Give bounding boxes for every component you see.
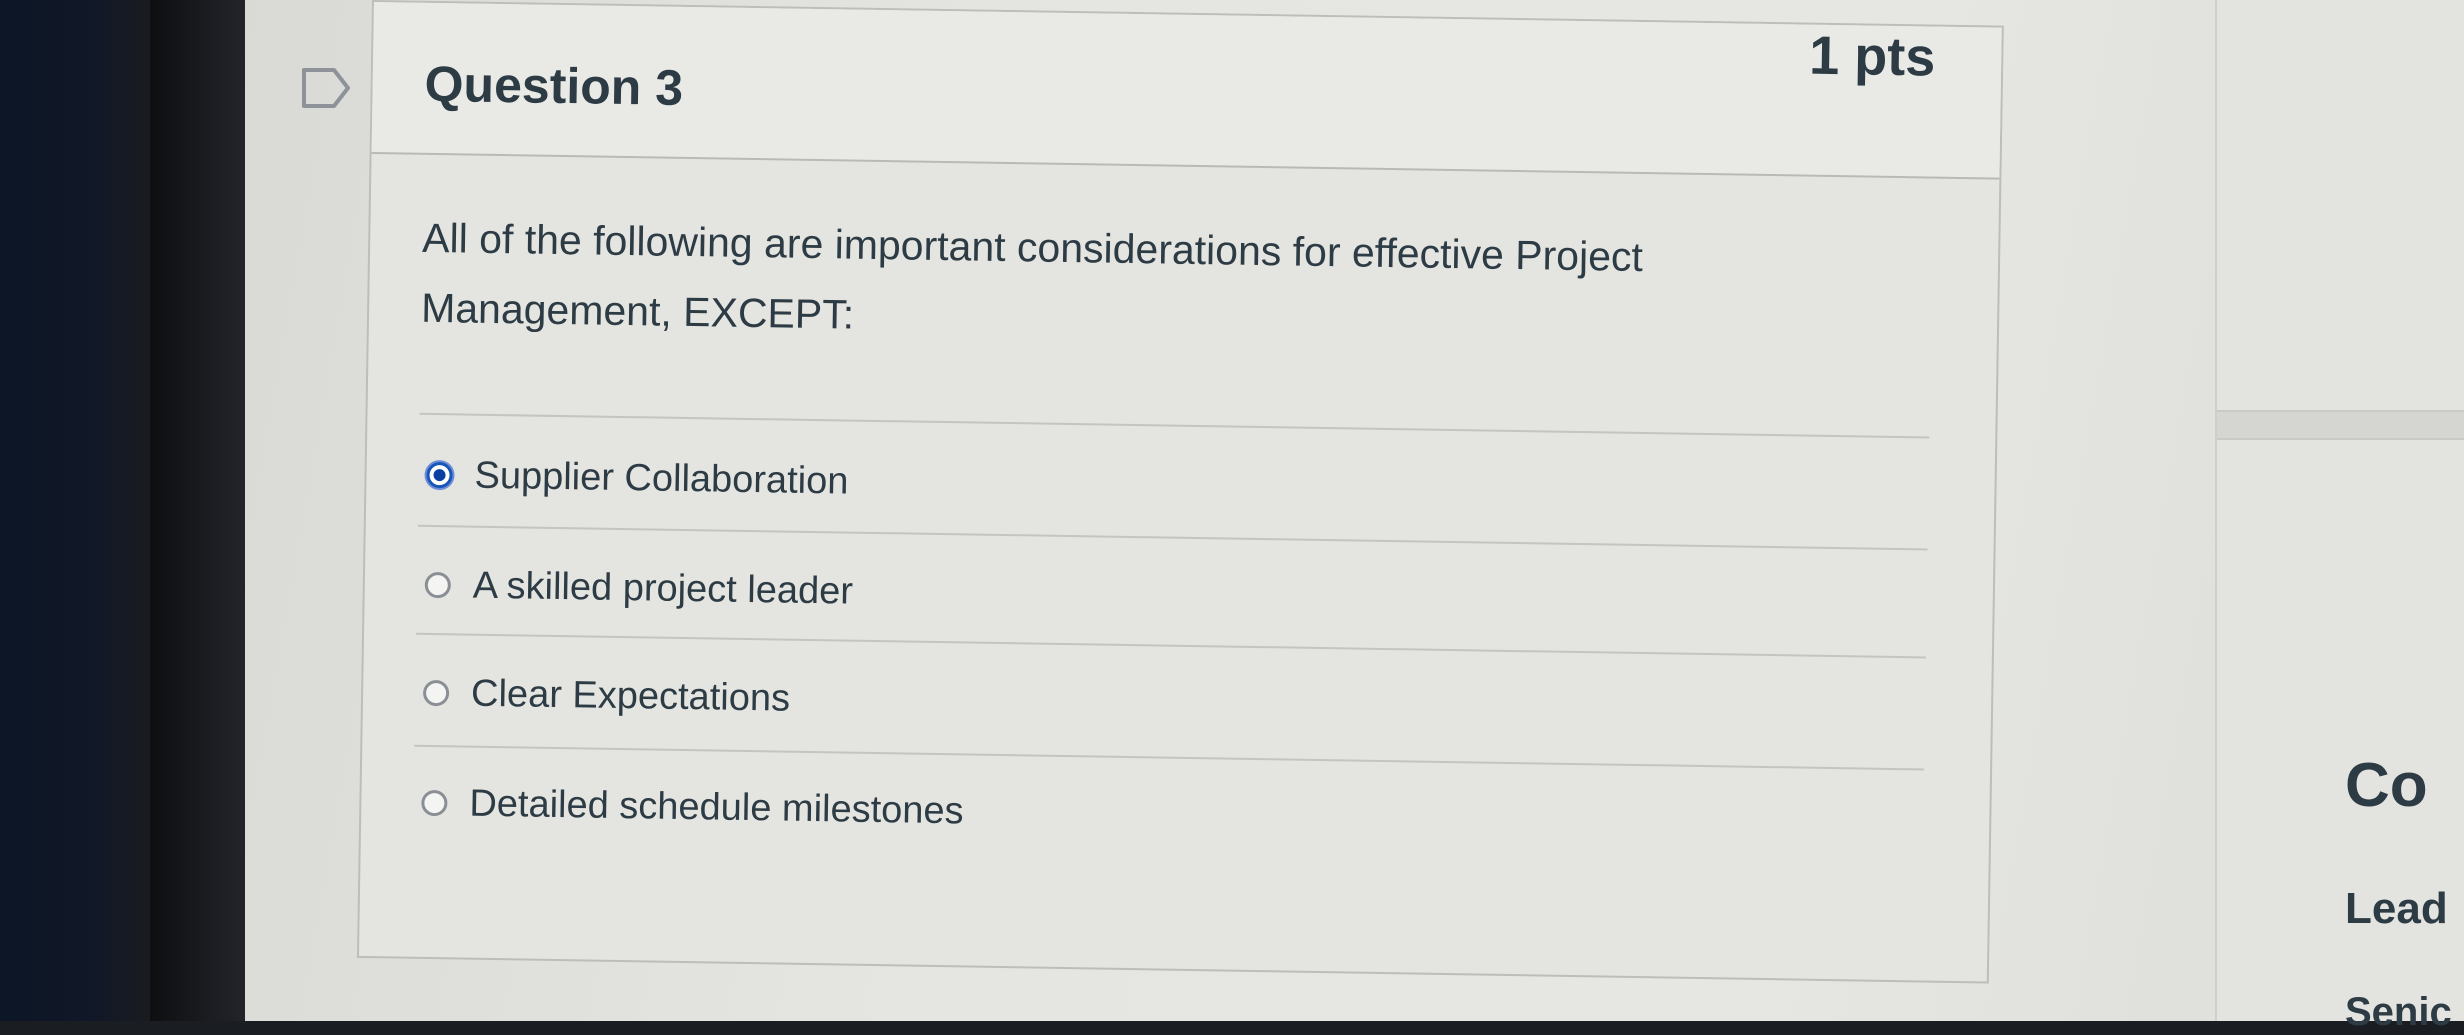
question-header: Question 3 1 pts: [371, 2, 2002, 180]
question-points: 1 pts: [1808, 25, 1936, 88]
right-side-panel: [2215, 0, 2464, 1021]
question-card: Question 3 1 pts All of the following ar…: [356, 0, 2004, 984]
answer-divider: [414, 744, 1925, 771]
side-panel-divider: [2217, 438, 2464, 440]
answer-option-2[interactable]: A skilled project leader: [424, 555, 853, 622]
answer-label: A skilled project leader: [472, 564, 854, 613]
monitor-bezel-edge: [150, 0, 245, 1021]
answer-option-4[interactable]: Detailed schedule milestones: [421, 773, 964, 842]
answer-option-1[interactable]: Supplier Collaboration: [426, 445, 849, 512]
side-panel-subheading-2: Senic: [2345, 990, 2452, 1034]
side-panel-gap: [2217, 412, 2464, 438]
answer-divider: [419, 412, 1930, 439]
bookmark-flag-icon[interactable]: [300, 66, 352, 110]
answer-label: Detailed schedule milestones: [469, 782, 964, 832]
radio-selected-icon[interactable]: [426, 461, 453, 489]
radio-unselected-icon[interactable]: [424, 571, 452, 599]
radio-unselected-icon[interactable]: [422, 679, 450, 707]
question-title: Question 3: [424, 55, 684, 116]
monitor-bezel: [0, 0, 160, 1021]
answer-divider: [417, 524, 1928, 551]
answer-option-3[interactable]: Clear Expectations: [422, 663, 791, 729]
radio-unselected-icon[interactable]: [421, 789, 448, 817]
answer-label: Clear Expectations: [470, 672, 791, 720]
answer-label: Supplier Collaboration: [474, 454, 849, 503]
question-text: All of the following are important consi…: [420, 214, 1644, 338]
side-panel-subheading: Lead: [2345, 884, 2448, 933]
answer-divider: [416, 632, 1926, 659]
side-panel-heading: Co: [2345, 751, 2428, 820]
